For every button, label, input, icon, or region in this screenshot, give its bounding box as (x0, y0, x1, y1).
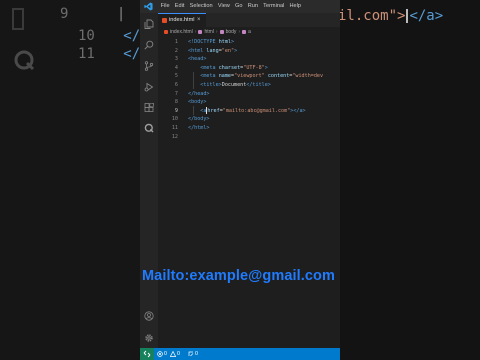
activity-bar (140, 13, 158, 348)
menu-bar: File Edit Selection View Go Run Terminal… (158, 0, 304, 13)
vscode-window: File Edit Selection View Go Run Terminal… (140, 0, 340, 360)
line-number: 9 (174, 107, 178, 114)
tab-index-html[interactable]: index.html × (158, 13, 206, 27)
ports-count[interactable]: 0 (195, 348, 198, 360)
code-line[interactable]: 8 <body> (158, 98, 340, 107)
line-number: 10 (171, 116, 178, 123)
run-debug-icon[interactable] (144, 82, 154, 92)
code-line[interactable]: 12 (158, 133, 340, 142)
code-line[interactable]: 6 <title>Document</title> (158, 81, 340, 90)
status-bar: 0 0 0 (140, 348, 340, 360)
zoom-line: 9 | (60, 6, 126, 22)
line-number: 6 (174, 82, 178, 88)
code-line[interactable]: 2 <html lang="en"> (158, 47, 340, 56)
line-number: 11 (171, 125, 178, 131)
code-line[interactable]: 9 <ahref="mailto:abc@gmail.com"></a> (158, 106, 340, 116)
zoom-line: 10 </ (78, 28, 140, 44)
code-line[interactable]: 3 <head> (158, 55, 340, 64)
html-file-icon (164, 30, 168, 34)
menu-run[interactable]: Run (245, 0, 260, 13)
code-text: </head> (188, 90, 210, 97)
zoom-line: 11 </ (78, 46, 140, 62)
code-line[interactable]: 1 <!DOCTYPE html> (158, 38, 340, 47)
breadcrumb-item[interactable]: index.html (170, 29, 193, 35)
vscode-logo-icon (144, 2, 153, 11)
account-icon[interactable] (144, 311, 154, 321)
breadcrumb-item[interactable]: a (248, 29, 251, 35)
error-count[interactable]: 0 (164, 348, 167, 360)
element-icon (219, 30, 224, 34)
breadcrumb: index.html › html › body › a (158, 27, 340, 37)
code-text: </html> (188, 125, 210, 131)
line-number: 4 (174, 64, 178, 71)
code-text: <ahref="mailto:abc@gmail.com"></a> (200, 106, 306, 114)
remote-icon (143, 350, 151, 358)
code-text: </body> (188, 116, 210, 123)
breadcrumb-item[interactable]: html (204, 29, 213, 35)
background-zoom-right: il.com"> </a> (340, 0, 480, 360)
video-caption: Mailto:example@gmail.com (142, 268, 336, 284)
search-icon[interactable] (144, 40, 154, 50)
code-text: <head> (188, 56, 207, 63)
tab-label: index.html (169, 17, 195, 23)
line-number: 7 (174, 90, 178, 97)
background-zoom-left: 9 | 10 </ 11 </ (0, 0, 140, 360)
chevron-right-icon: › (215, 29, 218, 35)
element-icon (198, 30, 203, 34)
menu-edit[interactable]: Edit (172, 0, 187, 13)
files-icon (12, 8, 24, 30)
element-icon (242, 30, 247, 34)
menu-terminal[interactable]: Terminal (261, 0, 287, 13)
line-number: 3 (174, 56, 178, 63)
line-number: 2 (174, 47, 178, 54)
menu-view[interactable]: View (215, 0, 232, 13)
code-line[interactable]: 4 <meta charset="UTF-8"> (158, 64, 340, 73)
code-line[interactable]: 11 </html> (158, 124, 340, 133)
copilot-icon (14, 50, 35, 71)
menu-selection[interactable]: Selection (187, 0, 215, 13)
line-number: 12 (171, 133, 178, 140)
code-editor[interactable]: 1 <!DOCTYPE html> 2 <html lang="en"> 3 <head>… (158, 38, 340, 336)
menu-file[interactable]: File (158, 0, 172, 13)
ports-icon (188, 351, 194, 357)
explorer-icon[interactable] (144, 19, 154, 29)
title-bar: File Edit Selection View Go Run Terminal… (140, 0, 340, 13)
code-text: <body> (188, 99, 207, 106)
warning-count[interactable]: 0 (177, 348, 180, 360)
extensions-icon[interactable] (144, 103, 154, 113)
code-text: <meta name="viewport" content="width=dev (200, 73, 324, 80)
warning-icon (170, 351, 176, 357)
chevron-right-icon: › (194, 29, 197, 35)
code-text: <title>Document</title> (200, 82, 271, 88)
html-file-icon (162, 18, 167, 23)
line-number: 5 (174, 73, 178, 80)
menu-go[interactable]: Go (232, 0, 245, 13)
settings-gear-icon[interactable] (144, 333, 154, 343)
line-number: 1 (174, 39, 178, 45)
chevron-right-icon: › (238, 29, 241, 35)
line-number: 8 (174, 99, 178, 106)
code-text: <meta charset="UTF-8"> (200, 64, 268, 71)
code-text: <html lang="en"> (188, 47, 238, 54)
source-control-icon[interactable] (144, 61, 154, 71)
code-text: <!DOCTYPE html> (188, 39, 235, 45)
code-line[interactable]: 5 <meta name="viewport" content="width=d… (158, 72, 340, 81)
editor-tabs: index.html × (158, 13, 340, 27)
code-line[interactable]: 7 </head> (158, 90, 340, 99)
error-icon (157, 351, 163, 357)
copilot-icon[interactable] (144, 123, 154, 133)
breadcrumb-item[interactable]: body (226, 29, 237, 35)
menu-help[interactable]: Help (287, 0, 304, 13)
code-line[interactable]: 10 </body> (158, 115, 340, 124)
zoom-line: il.com"> </a> (340, 8, 444, 24)
tab-close-icon[interactable]: × (197, 14, 201, 27)
remote-indicator[interactable] (140, 348, 154, 360)
